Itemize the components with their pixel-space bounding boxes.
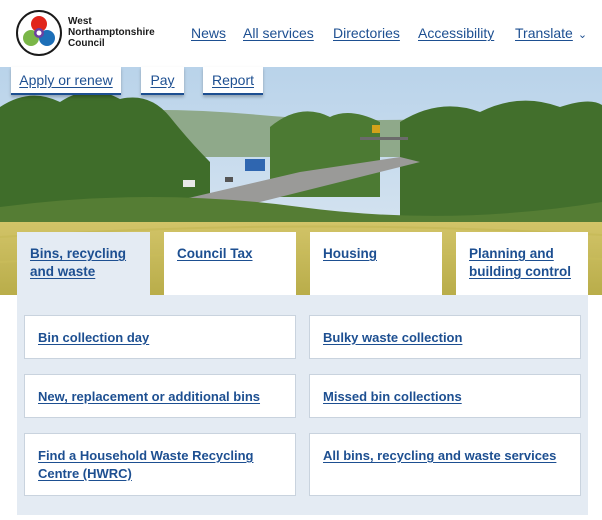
card-label: All bins, recycling and waste services (323, 448, 557, 463)
site-header: West Northamptonshire Council News All s… (0, 0, 602, 67)
tab-label: Council Tax (177, 246, 253, 261)
card-new-replacement-bins[interactable]: New, replacement or additional bins (24, 374, 296, 418)
nav-directories[interactable]: Directories (333, 25, 400, 41)
card-label: Find a Household Waste Recycling Centre … (38, 448, 254, 481)
tab-label: Bins, recycling and waste (30, 246, 127, 279)
nav-all-services[interactable]: All services (243, 25, 314, 41)
card-all-bins-services[interactable]: All bins, recycling and waste services (309, 433, 581, 496)
chevron-down-icon: ⌄ (577, 29, 588, 41)
report-button[interactable]: Report (203, 67, 263, 95)
card-bulky-waste-collection[interactable]: Bulky waste collection (309, 315, 581, 359)
tab-bins-recycling-waste[interactable]: Bins, recycling and waste (17, 232, 150, 295)
tab-planning-building-control[interactable]: Planning and building control (456, 232, 588, 295)
main-nav: News All services Directories Accessibil… (0, 25, 602, 43)
nav-translate[interactable]: Translate ⌄ (515, 25, 587, 41)
apply-or-renew-button[interactable]: Apply or renew (11, 67, 121, 95)
card-missed-bin-collections[interactable]: Missed bin collections (309, 374, 581, 418)
card-find-hwrc[interactable]: Find a Household Waste Recycling Centre … (24, 433, 296, 496)
nav-news[interactable]: News (191, 25, 226, 41)
card-label: New, replacement or additional bins (38, 389, 261, 404)
card-label: Bin collection day (38, 330, 150, 345)
tab-label: Housing (323, 246, 377, 261)
card-label: Missed bin collections (323, 389, 462, 404)
translate-label: Translate (515, 25, 573, 41)
card-bin-collection-day[interactable]: Bin collection day (24, 315, 296, 359)
tab-label: Planning and building control (469, 246, 571, 279)
pay-button[interactable]: Pay (141, 67, 184, 95)
card-label: Bulky waste collection (323, 330, 463, 345)
tab-housing[interactable]: Housing (310, 232, 442, 295)
tab-council-tax[interactable]: Council Tax (164, 232, 296, 295)
nav-accessibility[interactable]: Accessibility (418, 25, 494, 41)
